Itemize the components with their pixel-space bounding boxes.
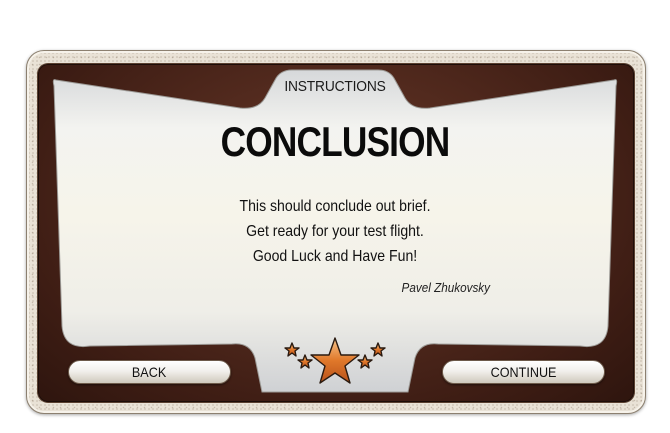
continue-button-label: CONTINUE (490, 364, 557, 380)
message-line: Good Luck and Have Fun! (252, 248, 418, 265)
back-button[interactable]: BACK (68, 360, 231, 384)
back-button-label: BACK (132, 364, 167, 380)
header-label: INSTRUCTIONS (284, 78, 386, 95)
message-line: This should conclude out brief. (239, 198, 431, 215)
message-text: This should conclude out brief. Get read… (135, 194, 535, 269)
continue-button[interactable]: CONTINUE (442, 360, 605, 384)
page-title: CONCLUSION (220, 118, 451, 165)
instructions-screen: INSTRUCTIONS CONCLUSION This should conc… (0, 0, 670, 433)
message-line: Get ready for your test flight. (246, 223, 424, 240)
signature: Pavel Zhukovsky (401, 280, 490, 295)
